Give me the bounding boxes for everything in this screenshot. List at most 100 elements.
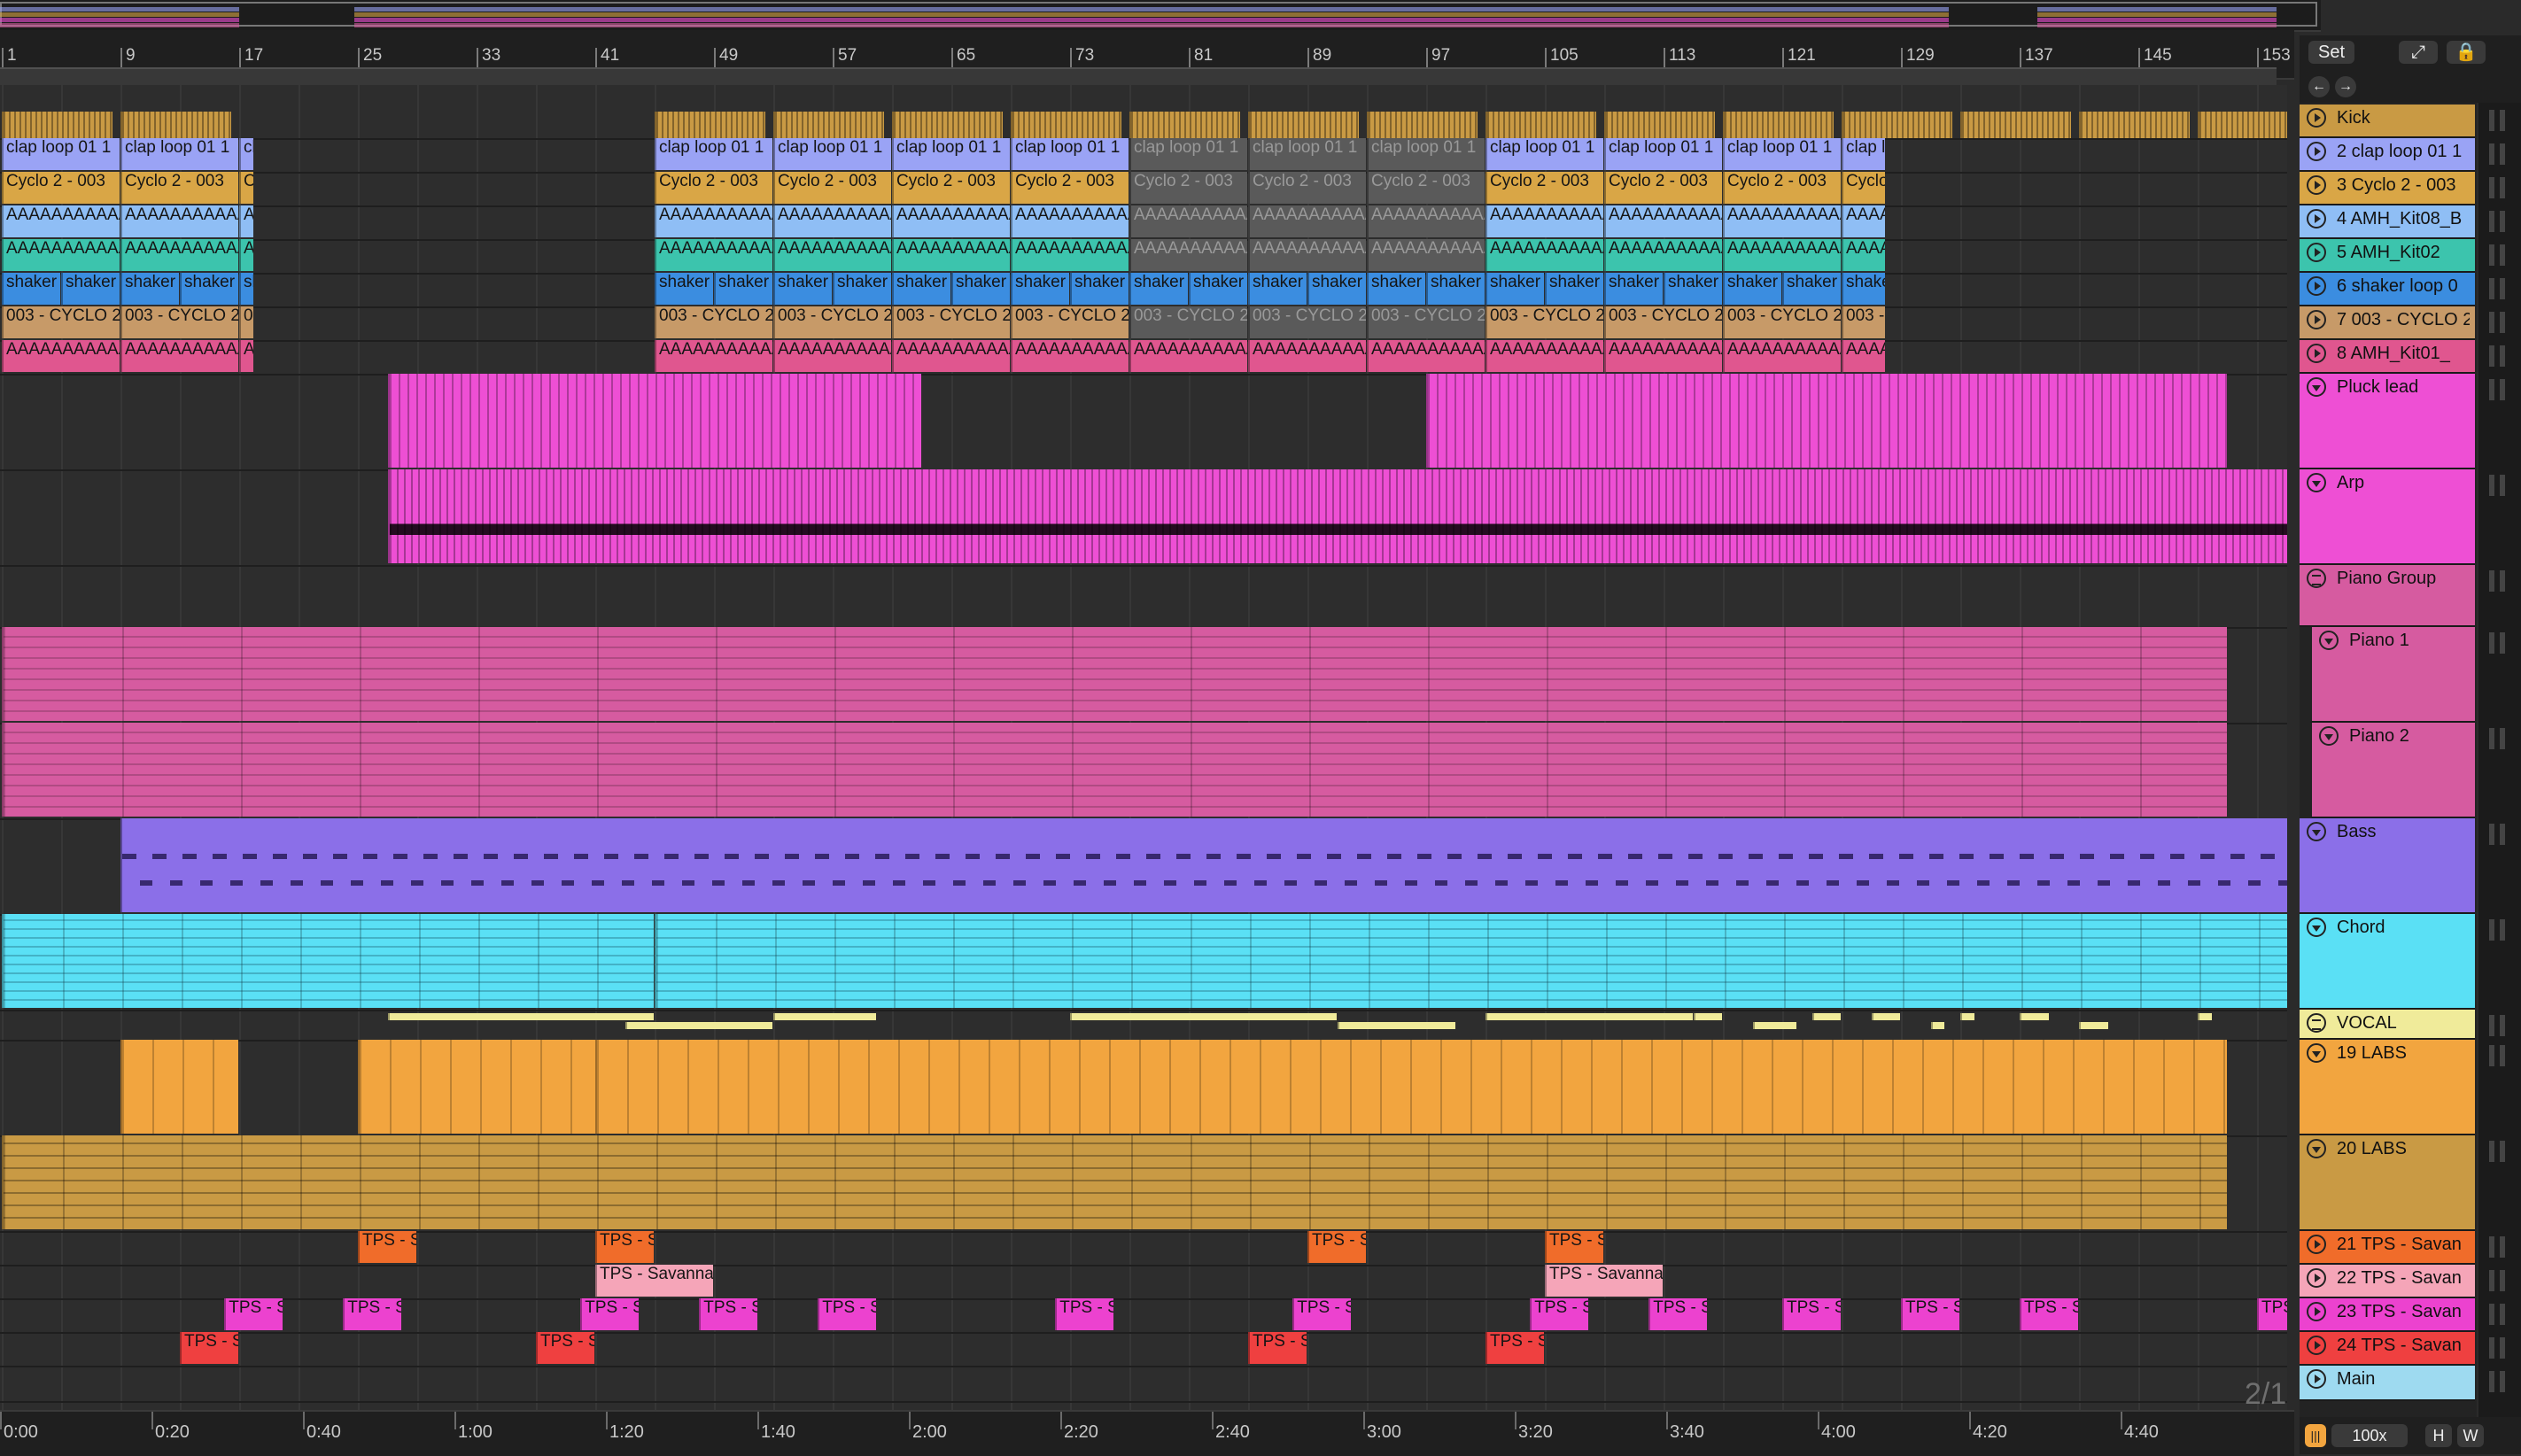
- lane-piano2[interactable]: [0, 723, 2287, 820]
- clip-cyclo003[interactable]: 003 - CYCLO 2: [892, 306, 1010, 338]
- clip-tps23[interactable]: TPS - S: [1292, 1298, 1352, 1330]
- track-header-main[interactable]: Main: [2300, 1366, 2475, 1401]
- clip-kick[interactable]: [120, 112, 231, 138]
- clip-shaker[interactable]: shaker: [833, 273, 891, 305]
- clip-amh08[interactable]: AAAAAAAAAAAAAAAAAAAA: [120, 205, 238, 237]
- expand-icon[interactable]: ⤢: [2399, 41, 2438, 64]
- track-header-piano1[interactable]: Piano 1: [2310, 627, 2475, 723]
- clip-amh08[interactable]: AAAAAAAAAAAAAAAAAAAA: [892, 205, 1010, 237]
- clip-kick[interactable]: [1367, 112, 1478, 138]
- lane-main[interactable]: [0, 1366, 2287, 1403]
- clip-clap[interactable]: clap loop 01 1: [1723, 138, 1841, 170]
- clip-cyclo003[interactable]: 003 - CYCLO 2: [1842, 306, 1886, 338]
- clip-amh02[interactable]: AAAAAAAAAAAAAAAAAAAA: [120, 239, 238, 271]
- clip-pluck[interactable]: [1426, 374, 2227, 468]
- clip-amh01[interactable]: AAAAAAAAAAAAAAAAAAAA: [1367, 340, 1485, 372]
- clip-tps23[interactable]: TPS - S: [1901, 1298, 1959, 1330]
- fold-triangle-icon[interactable]: [2319, 726, 2339, 746]
- clip-amh01[interactable]: AAAAAAAAAAAAAAAAAAAA: [892, 340, 1010, 372]
- clip-tps23[interactable]: TPS - S: [818, 1298, 877, 1330]
- clip-cyclo003[interactable]: 003 - CYCLO 2: [1011, 306, 1129, 338]
- clip-vocal[interactable]: [773, 1013, 877, 1020]
- clip-amh01[interactable]: AAAAAAAAAAAAAAAAAAAA: [239, 340, 253, 372]
- clip-cyclo[interactable]: Cyclo 2 - 003: [239, 172, 253, 204]
- clip-amh02[interactable]: AAAAAAAAAAAAAAAAAAAA: [1485, 239, 1603, 271]
- fit-height-button[interactable]: H: [2425, 1424, 2452, 1447]
- fold-triangle-icon[interactable]: [2307, 822, 2326, 841]
- loop-brace-bar[interactable]: [0, 67, 2277, 87]
- clip-tps23[interactable]: TPS - S: [343, 1298, 402, 1330]
- clip-kick[interactable]: [1129, 112, 1240, 138]
- clip-tps23[interactable]: TPS - S: [1648, 1298, 1708, 1330]
- track-header-amh08[interactable]: 4 AMH_Kit08_B: [2300, 205, 2475, 239]
- play-icon[interactable]: [2307, 310, 2326, 329]
- clip-kick[interactable]: [655, 112, 765, 138]
- clip-cyclo003[interactable]: 003 - CYCLO 2: [120, 306, 238, 338]
- clip-vocal[interactable]: [1070, 1013, 1337, 1020]
- clip-amh01[interactable]: AAAAAAAAAAAAAAAAAAAA: [120, 340, 238, 372]
- track-header-arp[interactable]: Arp: [2300, 469, 2475, 565]
- clip-clap[interactable]: clap loop 01 1: [1129, 138, 1247, 170]
- lane-cyclo003[interactable]: 003 - CYCLO 2 003 - CYCLO 2 003 - CYCLO 2 0…: [0, 306, 2287, 342]
- clip-cyclo003[interactable]: 003 - CYCLO 2: [655, 306, 772, 338]
- fold-triangle-icon[interactable]: [2307, 473, 2326, 492]
- clip-amh01[interactable]: AAAAAAAAAAAAAAAAAAAA: [1485, 340, 1603, 372]
- clip-labs19[interactable]: [358, 1040, 609, 1134]
- lane-clap[interactable]: clap loop 01 1 clap loop 01 1 clap loop 01…: [0, 138, 2287, 174]
- clip-shaker[interactable]: shaker: [1248, 273, 1307, 305]
- clip-kick[interactable]: [1011, 112, 1121, 138]
- clip-clap[interactable]: clap loop 01 1: [1842, 138, 1886, 170]
- clip-clap[interactable]: clap loop 01 1: [1248, 138, 1366, 170]
- clip-shaker[interactable]: shaker: [1723, 273, 1781, 305]
- clip-cyclo003[interactable]: 003 - CYCLO 2: [773, 306, 891, 338]
- clip-shaker[interactable]: shaker: [1307, 273, 1366, 305]
- clip-shaker[interactable]: shaker: [1189, 273, 1247, 305]
- clip-tps23[interactable]: TPS - S: [1782, 1298, 1841, 1330]
- clip-amh02[interactable]: AAAAAAAAAAAAAAAAAAAA: [1248, 239, 1366, 271]
- clip-amh01[interactable]: AAAAAAAAAAAAAAAAAAAA: [655, 340, 772, 372]
- clip-clap[interactable]: clap loop 01 1: [239, 138, 253, 170]
- fit-width-button[interactable]: W: [2457, 1424, 2484, 1447]
- track-header-tps23[interactable]: 23 TPS - Savan: [2300, 1298, 2475, 1332]
- track-header-pluck[interactable]: Pluck lead: [2300, 374, 2475, 469]
- play-icon[interactable]: [2307, 175, 2326, 195]
- lane-amh01[interactable]: AAAAAAAAAA AAAAAAAAAA AAAAAAAAAA AAAAAAAAAA…: [0, 340, 2287, 376]
- clip-vocal[interactable]: [1485, 1013, 1693, 1020]
- clip-cyclo[interactable]: Cyclo 2 - 003: [1842, 172, 1886, 204]
- clip-arp[interactable]: [387, 469, 2287, 563]
- set-button[interactable]: Set: [2308, 41, 2354, 64]
- lane-arp[interactable]: [0, 469, 2287, 567]
- lane-chord[interactable]: [0, 914, 2287, 1011]
- view-toggle-icon[interactable]: |||: [2305, 1424, 2326, 1447]
- clip-amh08[interactable]: AAAAAAAAAAAAAAAAAAAA: [1011, 205, 1129, 237]
- clip-labs19[interactable]: [120, 1040, 238, 1134]
- track-header-tps24[interactable]: 24 TPS - Savan: [2300, 1332, 2475, 1366]
- track-header-amh01[interactable]: 8 AMH_Kit01_: [2300, 340, 2475, 374]
- clip-clap[interactable]: clap loop 01 1: [1367, 138, 1485, 170]
- clip-shaker[interactable]: shaker: [714, 273, 772, 305]
- track-header-bass[interactable]: Bass: [2300, 818, 2475, 914]
- clip-clap[interactable]: clap loop 01 1: [892, 138, 1010, 170]
- clip-amh08[interactable]: AAAAAAAAAAAAAAAAAAAA: [773, 205, 891, 237]
- clip-tps24[interactable]: TPS - S: [1248, 1332, 1307, 1364]
- seconds-time-ruler[interactable]: 0:00 0:20 0:40 1:00 1:20 1:40 2:00 2:20 2:40 3:00…: [0, 1410, 2294, 1456]
- clip-cyclo[interactable]: Cyclo 2 - 003: [1367, 172, 1485, 204]
- clip-chord[interactable]: [2, 914, 654, 1008]
- zoom-field[interactable]: 100x: [2331, 1424, 2408, 1447]
- track-header-amh02[interactable]: 5 AMH_Kit02: [2300, 239, 2475, 273]
- clip-shaker[interactable]: shaker: [892, 273, 950, 305]
- clip-clap[interactable]: clap loop 01 1: [655, 138, 772, 170]
- clip-amh01[interactable]: AAAAAAAAAAAAAAAAAAAA: [1011, 340, 1129, 372]
- lane-cyclo[interactable]: Cyclo 2 - 003 Cyclo 2 - 003 Cyclo 2 - 003 C…: [0, 172, 2287, 207]
- clip-tps23[interactable]: TPS - S: [699, 1298, 758, 1330]
- clip-amh08[interactable]: AAAAAAAAAAAAAAAAAAAA: [1842, 205, 1886, 237]
- clip-amh01[interactable]: AAAAAAAAAAAAAAAAAAAA: [773, 340, 891, 372]
- clip-kick[interactable]: [892, 112, 1003, 138]
- clip-clap[interactable]: clap loop 01 1: [1485, 138, 1603, 170]
- clip-shaker[interactable]: shaker: [180, 273, 238, 305]
- lane-amh08[interactable]: AAAAAAAAAA AAAAAAAAAA AAAAAAAAAA AAAAAAAAAA…: [0, 205, 2287, 241]
- clip-shaker[interactable]: shaker: [1485, 273, 1544, 305]
- lane-pianogrp[interactable]: [0, 565, 2287, 629]
- clip-labs19[interactable]: [595, 1040, 2227, 1134]
- lane-vocal[interactable]: [0, 1010, 2287, 1042]
